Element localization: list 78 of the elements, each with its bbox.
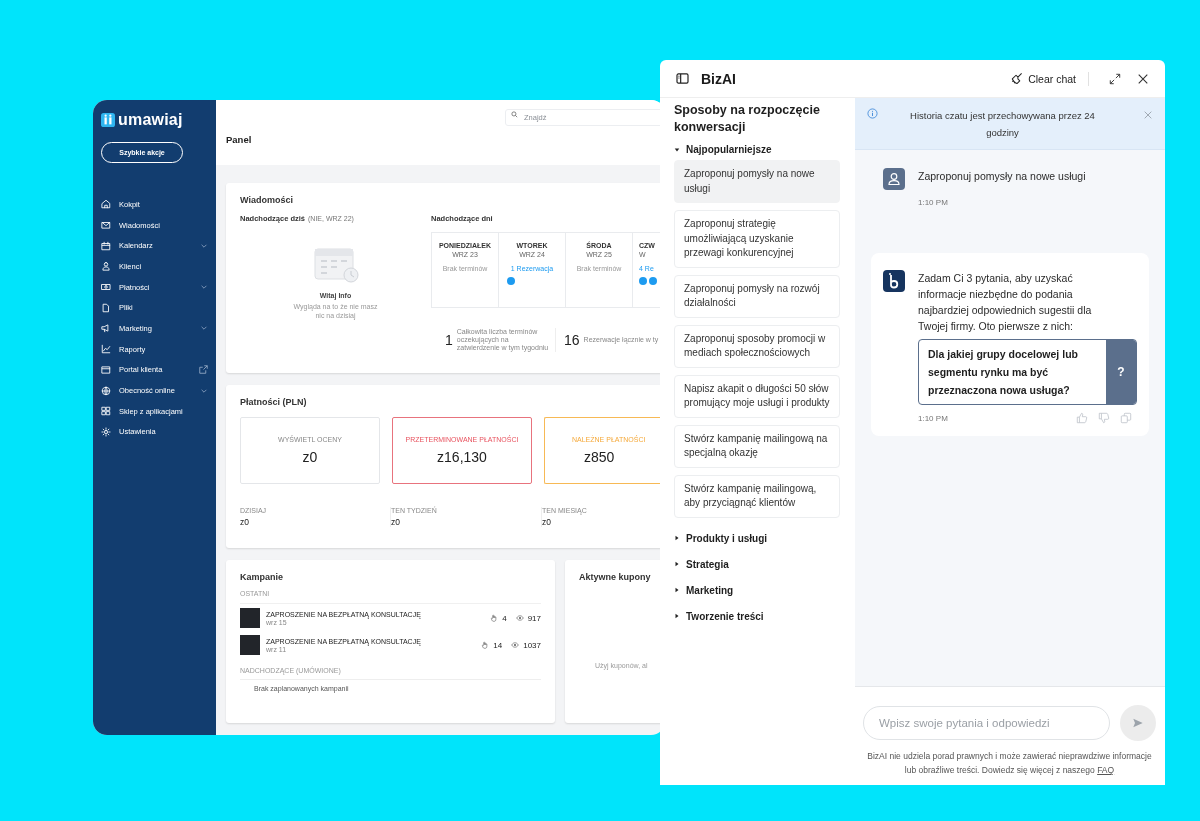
card-title: Aktywne kupony (579, 572, 652, 582)
disclaimer-text: BizAI nie udziela porad prawnych i może zawierać nieprawdziwe informacje lub obraźliwe treści. Dowiedz się więcej z naszego FAQ (866, 750, 1153, 777)
nav-icon (101, 261, 111, 272)
nav-icon (101, 344, 111, 355)
message-time: 1:10 PM (918, 413, 948, 423)
user-avatar-icon (883, 168, 905, 190)
prompt-button[interactable]: Napisz akapit o długości 50 słów promujący moje usługi i produkty (674, 374, 840, 418)
chat-title: BizAI (701, 70, 736, 87)
category-toggle[interactable]: Tworzenie treści (674, 610, 764, 622)
search-icon (511, 111, 518, 118)
hand-icon (481, 641, 490, 649)
tile-amount: z850 (583, 449, 615, 465)
bot-message: Zadam Ci 3 pytania, aby uzyskać informacje niezbędne do podania najbardziej odpowiednich sugestii dla Twojej firmy. Oto pierwsze z nich: (918, 271, 1093, 334)
thumbs-down-icon[interactable] (1098, 412, 1110, 424)
card-title: Płatności (PLN) (240, 397, 308, 407)
message-input[interactable]: Wpisz swoje pytania i odpowiedzi (863, 706, 1110, 740)
external-link-icon (199, 365, 208, 375)
photo-placeholder (240, 635, 260, 655)
prompt-button[interactable]: Zaproponuj sposoby promocji w mediach społecznościowych (674, 324, 840, 368)
category-toggle[interactable]: Strategia (674, 558, 729, 570)
faq-link[interactable]: FAQ (1097, 765, 1115, 775)
clear-chat-button[interactable]: Clear chat (1010, 72, 1076, 85)
hand-icon (490, 614, 499, 622)
views-count: 1037 (523, 640, 541, 650)
period-amount: z0 (240, 517, 250, 527)
prompt-button[interactable]: Stwórz kampanię mailingową, aby przyciągnąć klientów (674, 474, 840, 518)
tile-amount: z16,130 (437, 449, 487, 465)
clicks-count: 14 (493, 640, 503, 650)
nav-icon (101, 364, 111, 375)
category-toggle[interactable]: Produkty i usługi (674, 532, 768, 544)
card-title: Wiadomości (240, 195, 294, 205)
message-time: 1:10 PM (918, 198, 949, 207)
period-amount: z0 (391, 517, 401, 527)
send-button[interactable] (1120, 705, 1156, 741)
stat-value: 16 (564, 332, 580, 349)
views-count: 917 (527, 613, 541, 623)
question-mark: ? (1106, 340, 1136, 404)
expand-icon[interactable] (1109, 72, 1121, 85)
clicks-count: 4 (502, 613, 507, 623)
question-text: Dla jakiej grupy docelowej lub segmentu rynku ma być przeznaczona nowa usługa? (927, 347, 1079, 398)
user-message: Zaproponuj pomysły na nowe usługi (918, 169, 1087, 184)
nav-icon (101, 220, 111, 231)
nav-icon (101, 323, 111, 334)
card-title: Kampanie (240, 572, 284, 582)
eye-icon (515, 614, 524, 622)
chevron-down-icon (200, 324, 208, 333)
bot-logo-icon (883, 270, 905, 292)
period-amount: z0 (542, 517, 552, 527)
nav-icon (101, 406, 111, 417)
nav-icon (101, 199, 111, 210)
logo-icon (101, 113, 115, 127)
nav-icon (101, 282, 111, 293)
logo-text: umawiaj (118, 111, 183, 129)
prompt-button[interactable]: Zaproponuj pomysły na nowe usługi (674, 160, 840, 203)
sidebar-toggle-icon[interactable] (676, 73, 689, 84)
nav-icon (101, 240, 111, 251)
close-icon[interactable] (1137, 72, 1149, 85)
page-title: Panel (226, 134, 252, 145)
eye-icon (511, 641, 520, 649)
info-icon (867, 108, 878, 119)
broom-icon (1010, 72, 1024, 85)
send-icon (1132, 717, 1144, 729)
stat-value: 1 (445, 332, 453, 349)
chevron-down-icon (200, 283, 208, 292)
starters-title: Sposoby na rozpoczęcie konwersacji (674, 102, 821, 136)
category-toggle[interactable]: Najpopularniejsze (674, 144, 772, 155)
nav-icon (101, 302, 111, 313)
thumbs-up-icon[interactable] (1076, 412, 1088, 424)
photo-placeholder (240, 608, 260, 628)
prompt-button[interactable]: Zaproponuj pomysły na rozwój działalności (674, 274, 840, 318)
prompt-button[interactable]: Stwórz kampanię mailingową na specjalną okazję (674, 424, 840, 468)
tile-amount: z0 (302, 449, 318, 465)
category-toggle[interactable]: Marketing (674, 584, 734, 596)
notice-text: Historia czatu jest przechowywana przez 24 godziny (909, 109, 1096, 140)
nav-icon (101, 426, 111, 437)
copy-icon[interactable] (1120, 412, 1132, 424)
prompt-button[interactable]: Zaproponuj strategię umożliwiającą uzyskanie przewagi konkurencyjnej (674, 210, 840, 268)
nav-icon (101, 385, 111, 396)
